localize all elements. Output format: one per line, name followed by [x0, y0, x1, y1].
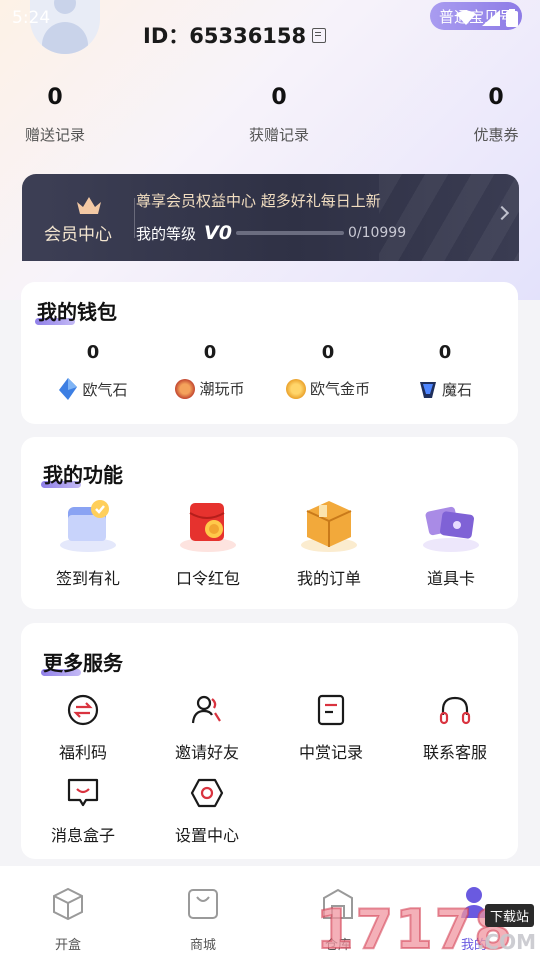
wallet-title-text: 我的钱包 — [37, 300, 117, 324]
vip-center-label: 会员中心 — [44, 225, 112, 245]
status-bar: 5:24 — [0, 0, 540, 36]
wallet-label: 欧气石 — [82, 380, 128, 399]
features-title: 我的功能 — [41, 459, 123, 488]
item-cards-icon — [419, 495, 483, 555]
stat-value: 0 — [488, 85, 504, 110]
red-envelope-icon — [176, 495, 240, 555]
feature-label: 口令红包 — [175, 569, 240, 588]
record-stats: 0 赠送记录 0 获赠记录 0 优惠券 — [0, 82, 540, 152]
calendar-checkin-icon — [56, 495, 120, 555]
service-label: 福利码 — [58, 743, 107, 762]
service-label: 邀请好友 — [174, 743, 239, 762]
vip-level-value: V0 — [204, 222, 232, 244]
wallet-item-oqi-stone[interactable]: 0 欧气石 — [33, 340, 153, 400]
signal-icon — [482, 10, 500, 26]
shopping-bag-icon — [188, 889, 218, 919]
watermark-com: .COM — [476, 930, 536, 954]
watermark-site: 下载站 — [484, 904, 534, 927]
wallet-item-magic-stone[interactable]: 0 魔石 — [385, 340, 505, 400]
feature-label: 我的订单 — [296, 569, 361, 588]
orange-coin-icon — [175, 378, 196, 399]
invite-friends-icon — [191, 695, 221, 724]
settings-hexagon-icon — [190, 778, 224, 808]
vip-banner[interactable]: 会员中心 尊享会员权益中心 超多好礼每日上新 我的等级 V0 0/10999 — [22, 174, 519, 261]
feature-label: 签到有礼 — [55, 569, 120, 588]
dark-gem-icon — [419, 382, 436, 398]
wallet-label: 欧气金币 — [309, 380, 370, 398]
services-title-text: 更多服务 — [43, 651, 123, 675]
battery-icon — [506, 9, 518, 27]
feature-my-orders[interactable]: 我的订单 — [269, 495, 389, 589]
message-box-icon — [67, 778, 99, 807]
stat-label: 获赠记录 — [248, 126, 309, 144]
status-time: 5:24 — [12, 8, 51, 28]
tab-label: 开盒 — [54, 938, 81, 953]
service-win-record[interactable]: 中赏记录 — [271, 693, 391, 763]
vip-progress-bar — [235, 231, 344, 235]
service-customer-support[interactable]: 联系客服 — [395, 693, 515, 763]
services-title: 更多服务 — [41, 647, 123, 676]
vip-progress-text: 0/10999 — [347, 225, 407, 241]
service-label: 联系客服 — [422, 743, 487, 762]
headset-icon — [439, 696, 471, 725]
vip-level-label: 我的等级 — [136, 224, 197, 243]
tab-open-box[interactable]: 开盒 — [18, 884, 118, 953]
stat-label: 优惠券 — [473, 126, 519, 144]
blue-crystal-icon — [59, 378, 78, 400]
vip-divider — [134, 198, 135, 238]
service-message-box[interactable]: 消息盒子 — [23, 776, 143, 846]
service-settings[interactable]: 设置中心 — [147, 776, 267, 846]
wallet-value: 0 — [203, 342, 217, 363]
tab-label: 商城 — [189, 938, 216, 953]
service-label: 中赏记录 — [298, 743, 363, 762]
feature-red-envelope[interactable]: 口令红包 — [148, 495, 268, 589]
feature-checkin[interactable]: 签到有礼 — [28, 495, 148, 589]
vip-level-row: 我的等级 V0 0/10999 — [136, 222, 406, 244]
open-box-icon — [53, 887, 83, 921]
stat-label: 赠送记录 — [24, 126, 85, 144]
wallet-label: 魔石 — [441, 380, 472, 399]
features-title-text: 我的功能 — [43, 463, 123, 487]
exchange-icon — [67, 694, 99, 726]
features-card: 我的功能 签到有礼 口令红包 我的订单 道具卡 — [21, 437, 518, 609]
crown-icon — [77, 197, 101, 214]
tab-mall[interactable]: 商城 — [153, 884, 253, 953]
service-label: 消息盒子 — [50, 826, 115, 845]
gold-coin-icon — [285, 378, 306, 399]
service-label: 设置中心 — [174, 826, 239, 845]
wallet-value: 0 — [86, 342, 100, 363]
status-icons — [456, 9, 518, 27]
wifi-icon — [456, 10, 476, 25]
watermark-logo: 17178 下载站 .COM — [315, 897, 540, 960]
package-box-icon — [297, 495, 361, 555]
banner-decoration — [379, 174, 519, 261]
stat-value: 0 — [271, 85, 287, 110]
services-card: 更多服务 福利码 邀请好友 中赏记录 联系客服 消息盒子 设置中心 — [21, 623, 518, 859]
wallet-title: 我的钱包 — [35, 296, 117, 325]
feature-item-cards[interactable]: 道具卡 — [391, 495, 511, 589]
stat-gift-received[interactable]: 0 获赠记录 — [244, 82, 314, 145]
stat-gift-sent[interactable]: 0 赠送记录 — [20, 82, 90, 145]
service-welfare-code[interactable]: 福利码 — [23, 693, 143, 763]
wallet-label: 潮玩币 — [199, 380, 245, 398]
record-document-icon — [317, 694, 345, 726]
wallet-value: 0 — [438, 342, 452, 363]
wallet-value: 0 — [321, 342, 335, 363]
feature-label: 道具卡 — [426, 569, 475, 588]
stat-coupons[interactable]: 0 优惠券 — [466, 82, 526, 145]
vip-title: 尊享会员权益中心 超多好礼每日上新 — [136, 192, 381, 210]
stat-value: 0 — [47, 85, 63, 110]
wallet-card: 我的钱包 0 欧气石 0 潮玩币 0 欧气金币 0 魔石 — [21, 282, 518, 424]
wallet-item-gold-coin[interactable]: 0 欧气金币 — [268, 340, 388, 399]
service-invite-friends[interactable]: 邀请好友 — [147, 693, 267, 763]
wallet-item-trend-coin[interactable]: 0 潮玩币 — [150, 340, 270, 399]
